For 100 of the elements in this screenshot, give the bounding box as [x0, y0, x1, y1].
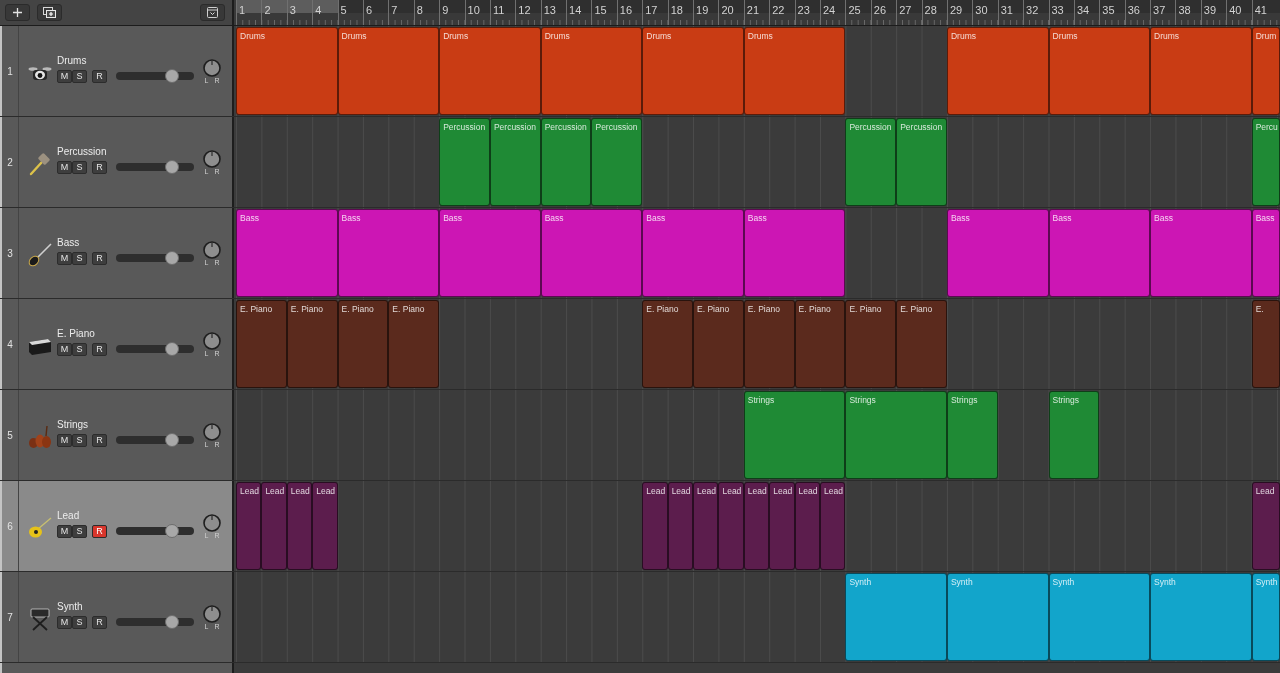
- track-region[interactable]: Drums: [642, 27, 744, 115]
- track-region[interactable]: Drum: [1251, 27, 1280, 115]
- track-region[interactable]: E. Piano: [794, 300, 846, 388]
- track-region[interactable]: Lead: [1251, 482, 1280, 570]
- volume-slider[interactable]: [116, 342, 194, 356]
- track-region[interactable]: Lead: [642, 482, 668, 570]
- track-region[interactable]: Strings: [1048, 391, 1100, 479]
- track-region[interactable]: Lead: [286, 482, 313, 570]
- track-region[interactable]: Bass: [743, 209, 846, 297]
- slider-thumb[interactable]: [165, 433, 180, 447]
- track-region[interactable]: E.: [1251, 300, 1280, 388]
- track-region[interactable]: Percussion: [591, 118, 643, 206]
- track-region[interactable]: Lead: [820, 482, 846, 570]
- track-region[interactable]: E. Piano: [337, 300, 389, 388]
- track-region[interactable]: Percussion: [489, 118, 541, 206]
- pan-knob[interactable]: [203, 423, 221, 441]
- track-region[interactable]: Bass: [1150, 209, 1252, 297]
- track-region[interactable]: Strings: [946, 391, 998, 479]
- record-button[interactable]: R: [92, 342, 107, 356]
- mute-button[interactable]: M: [57, 433, 72, 447]
- track-region[interactable]: Drums: [1150, 27, 1252, 115]
- track-region[interactable]: E. Piano: [845, 300, 897, 388]
- volume-slider[interactable]: [116, 524, 194, 538]
- track-region[interactable]: Strings: [743, 391, 846, 479]
- track-region[interactable]: Bass: [1251, 209, 1280, 297]
- track-region[interactable]: E. Piano: [286, 300, 338, 388]
- record-button[interactable]: R: [92, 251, 107, 265]
- solo-button[interactable]: S: [72, 251, 87, 265]
- slider-thumb[interactable]: [165, 251, 180, 265]
- record-button[interactable]: R: [92, 69, 107, 83]
- track-region[interactable]: E. Piano: [236, 300, 287, 388]
- track-region[interactable]: Lead: [743, 482, 770, 570]
- track-region[interactable]: Drums: [743, 27, 846, 115]
- track-region[interactable]: E. Piano: [896, 300, 947, 388]
- track-region[interactable]: Strings: [845, 391, 947, 479]
- track-region[interactable]: Drums: [1048, 27, 1151, 115]
- track-region[interactable]: E. Piano: [743, 300, 795, 388]
- track-region[interactable]: Lead: [312, 482, 338, 570]
- volume-slider[interactable]: [116, 251, 194, 265]
- mute-button[interactable]: M: [57, 615, 72, 629]
- track-region[interactable]: Drums: [946, 27, 1049, 115]
- record-button[interactable]: R: [92, 433, 107, 447]
- track-region[interactable]: Percu: [1251, 118, 1280, 206]
- track-region[interactable]: Percussion: [540, 118, 592, 206]
- pan-knob[interactable]: [203, 150, 221, 168]
- track-region[interactable]: Lead: [236, 482, 262, 570]
- pan-knob[interactable]: [203, 241, 221, 259]
- slider-thumb[interactable]: [165, 524, 180, 538]
- track-region[interactable]: Lead: [667, 482, 694, 570]
- slider-thumb[interactable]: [165, 69, 180, 83]
- track-region[interactable]: Bass: [642, 209, 744, 297]
- record-button[interactable]: R: [92, 524, 107, 538]
- track-region[interactable]: Drums: [236, 27, 338, 115]
- record-button[interactable]: R: [92, 615, 107, 629]
- slider-thumb[interactable]: [165, 615, 180, 629]
- pan-knob[interactable]: [203, 59, 221, 77]
- volume-slider[interactable]: [116, 160, 194, 174]
- track-region[interactable]: Percussion: [439, 118, 490, 206]
- track-region[interactable]: Bass: [439, 209, 541, 297]
- track-region[interactable]: Bass: [540, 209, 643, 297]
- solo-button[interactable]: S: [72, 342, 87, 356]
- track-region[interactable]: Lead: [693, 482, 719, 570]
- solo-button[interactable]: S: [72, 524, 87, 538]
- track-region[interactable]: Lead: [794, 482, 820, 570]
- add-track-button[interactable]: [5, 4, 30, 21]
- record-button[interactable]: R: [92, 160, 107, 174]
- pan-knob[interactable]: [203, 605, 221, 623]
- track-region[interactable]: E. Piano: [693, 300, 744, 388]
- track-region[interactable]: Bass: [946, 209, 1049, 297]
- track-region[interactable]: Percussion: [896, 118, 947, 206]
- track-region[interactable]: E. Piano: [642, 300, 694, 388]
- track-region[interactable]: E. Piano: [388, 300, 440, 388]
- mute-button[interactable]: M: [57, 69, 72, 83]
- track-region[interactable]: Bass: [337, 209, 440, 297]
- pan-knob[interactable]: [203, 514, 221, 532]
- solo-button[interactable]: S: [72, 615, 87, 629]
- timeline-ruler[interactable]: 1 2 3 4 5 6 7 8 9 10 11 12 13 14 15 16 17 18 19 20 21 22 23 24 25 26 27 28 29 30 31 32 33 34 35 36 37 38 39 40 41: [234, 0, 1280, 25]
- solo-button[interactable]: S: [72, 69, 87, 83]
- pan-knob[interactable]: [203, 332, 221, 350]
- track-region[interactable]: Lead: [718, 482, 744, 570]
- slider-thumb[interactable]: [165, 342, 180, 356]
- track-region[interactable]: Bass: [1048, 209, 1151, 297]
- track-region[interactable]: Drums: [540, 27, 643, 115]
- solo-button[interactable]: S: [72, 433, 87, 447]
- track-region[interactable]: Bass: [236, 209, 338, 297]
- solo-button[interactable]: S: [72, 160, 87, 174]
- track-region[interactable]: Drums: [439, 27, 541, 115]
- mute-button[interactable]: M: [57, 524, 72, 538]
- volume-slider[interactable]: [116, 615, 194, 629]
- mute-button[interactable]: M: [57, 160, 72, 174]
- duplicate-track-button[interactable]: [37, 4, 62, 21]
- volume-slider[interactable]: [116, 433, 194, 447]
- volume-slider[interactable]: [116, 69, 194, 83]
- mute-button[interactable]: M: [57, 251, 72, 265]
- track-region[interactable]: Lead: [769, 482, 795, 570]
- track-region[interactable]: Percussion: [845, 118, 897, 206]
- view-menu-button[interactable]: [200, 4, 225, 21]
- track-region[interactable]: Lead: [261, 482, 287, 570]
- mute-button[interactable]: M: [57, 342, 72, 356]
- track-region[interactable]: Drums: [337, 27, 440, 115]
